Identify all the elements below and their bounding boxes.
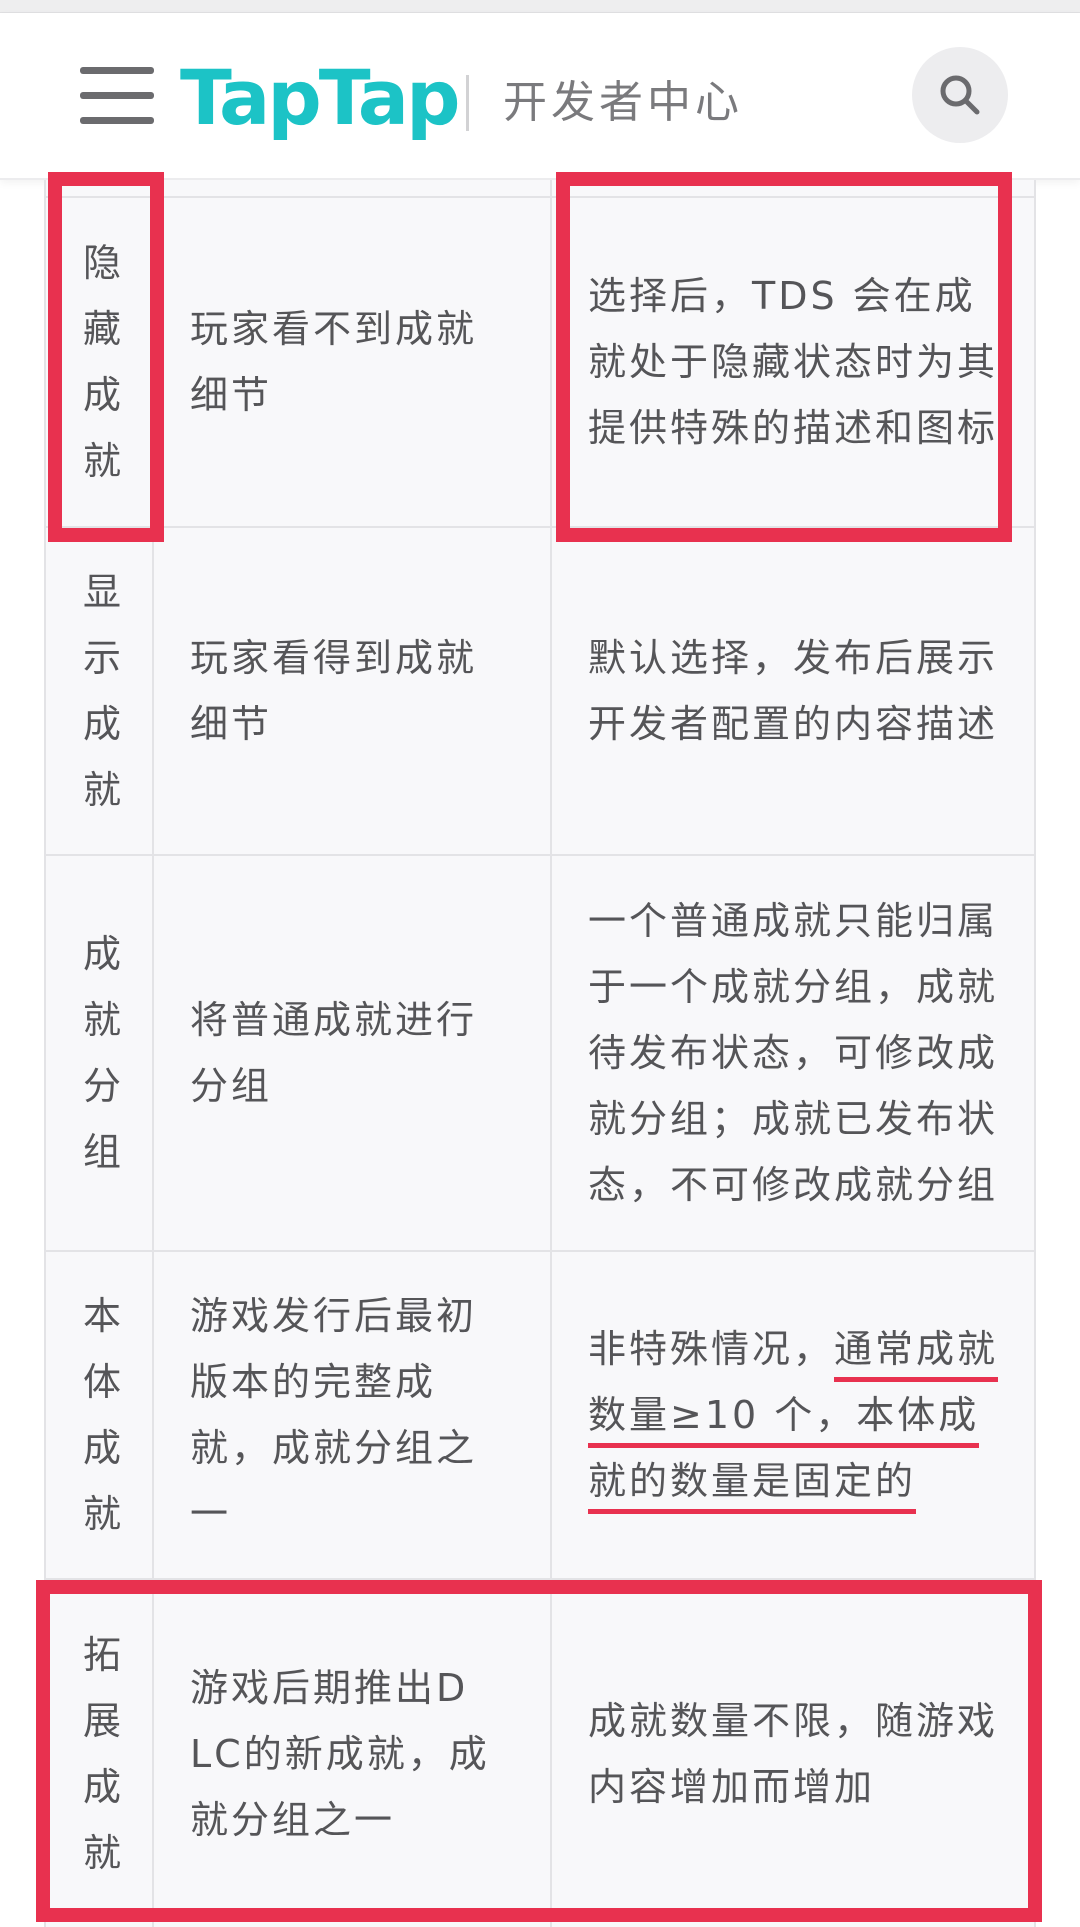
- table-row-visible-achievement: 显示成就 玩家看得到成就细节 默认选择，发布后展示开发者配置的内容描述: [44, 528, 1036, 854]
- table-row-achievement-group: 成就分组 将普通成就进行分组 一个普通成就只能归属于一个成就分组，成就待发布状态…: [44, 856, 1036, 1250]
- table-row-base-achievement: 本体成就 游戏发行后最初版本的完整成就，成就分组之一 非特殊情况，通常成就数量≥…: [44, 1252, 1036, 1578]
- row-note: 默认选择，发布后展示开发者配置的内容描述: [588, 636, 999, 746]
- row-description: 将普通成就进行分组: [190, 998, 478, 1108]
- highlight-box-hidden-title: [48, 172, 164, 542]
- search-button[interactable]: [912, 47, 1008, 143]
- row-description: 玩家看得到成就细节: [190, 636, 478, 746]
- row-description: 游戏发行后最初版本的完整成就，成就分组之一: [190, 1294, 478, 1536]
- row-description: 玩家看不到成就细节: [190, 307, 478, 417]
- taptap-logo[interactable]: TapTap: [180, 53, 460, 143]
- row-note-prefix: 非特殊情况，: [588, 1327, 835, 1371]
- developer-center-title: 开发者中心: [503, 77, 743, 128]
- row-note: 非特殊情况，通常成就数量≥10 个，本体成就的数量是固定的: [552, 1316, 1008, 1514]
- highlight-box-hidden-note: [556, 172, 1012, 542]
- highlight-box-expansion-row: [36, 1580, 1042, 1922]
- header-divider: [466, 75, 469, 131]
- hamburger-menu-icon[interactable]: [80, 67, 154, 125]
- row-title: 显示成就: [82, 570, 121, 812]
- row-title: 成就分组: [82, 932, 121, 1174]
- row-note: 一个普通成就只能归属于一个成就分组，成就待发布状态，可修改成就分组；成就已发布状…: [588, 899, 999, 1207]
- row-title: 本体成就: [82, 1294, 121, 1536]
- top-nav-bar: TapTap 开发者中心: [0, 13, 1080, 180]
- search-icon: [940, 75, 980, 115]
- status-strip: [0, 0, 1080, 13]
